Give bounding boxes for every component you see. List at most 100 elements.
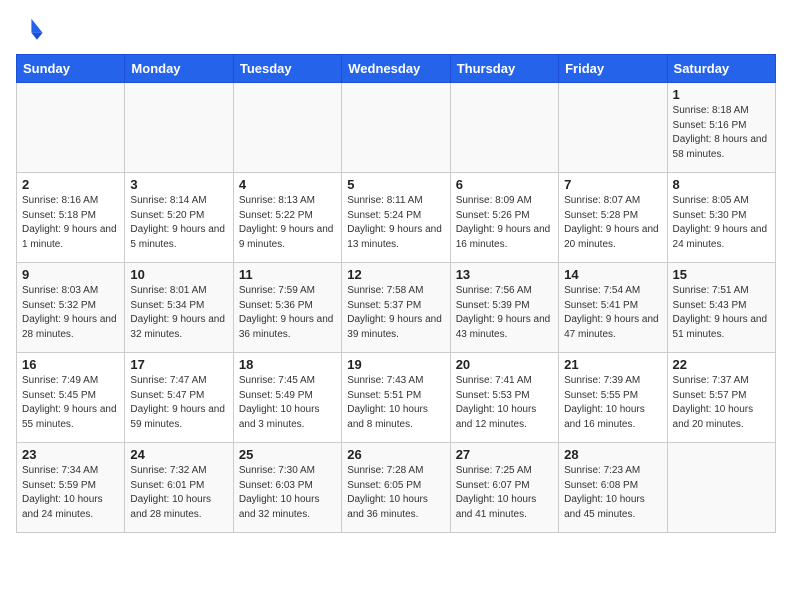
day-info: Sunrise: 8:14 AM Sunset: 5:20 PM Dayligh… [130,194,227,252]
calendar-header-friday: Friday [559,55,667,83]
day-info: Sunrise: 7:23 AM Sunset: 6:08 PM Dayligh… [564,464,661,522]
day-info: Sunrise: 8:07 AM Sunset: 5:28 PM Dayligh… [564,194,661,252]
calendar-header-saturday: Saturday [667,55,775,83]
page-header [16,16,776,44]
day-info: Sunrise: 7:32 AM Sunset: 6:01 PM Dayligh… [130,464,227,522]
day-number: 9 [22,267,119,282]
calendar-cell: 19 Sunrise: 7:43 AM Sunset: 5:51 PM Dayli… [342,353,450,443]
calendar-cell: 10 Sunrise: 8:01 AM Sunset: 5:34 PM Dayli… [125,263,233,353]
day-number: 14 [564,267,661,282]
day-info: Sunrise: 8:05 AM Sunset: 5:30 PM Dayligh… [673,194,770,252]
calendar-cell: 20 Sunrise: 7:41 AM Sunset: 5:53 PM Dayli… [450,353,558,443]
calendar-header-sunday: Sunday [17,55,125,83]
week-row-1: 1 Sunrise: 8:18 AM Sunset: 5:16 PM Daylig… [17,83,776,173]
calendar-cell: 22 Sunrise: 7:37 AM Sunset: 5:57 PM Dayli… [667,353,775,443]
calendar-cell: 8 Sunrise: 8:05 AM Sunset: 5:30 PM Daylig… [667,173,775,263]
calendar-header-monday: Monday [125,55,233,83]
week-row-4: 16 Sunrise: 7:49 AM Sunset: 5:45 PM Dayli… [17,353,776,443]
calendar-cell [125,83,233,173]
day-info: Sunrise: 7:45 AM Sunset: 5:49 PM Dayligh… [239,374,336,432]
calendar-cell: 7 Sunrise: 8:07 AM Sunset: 5:28 PM Daylig… [559,173,667,263]
calendar-cell [450,83,558,173]
calendar-header-tuesday: Tuesday [233,55,341,83]
day-number: 12 [347,267,444,282]
calendar-cell: 24 Sunrise: 7:32 AM Sunset: 6:01 PM Dayli… [125,443,233,533]
calendar-cell: 16 Sunrise: 7:49 AM Sunset: 5:45 PM Dayli… [17,353,125,443]
day-info: Sunrise: 7:56 AM Sunset: 5:39 PM Dayligh… [456,284,553,342]
day-number: 4 [239,177,336,192]
day-info: Sunrise: 8:01 AM Sunset: 5:34 PM Dayligh… [130,284,227,342]
day-number: 10 [130,267,227,282]
calendar-cell: 17 Sunrise: 7:47 AM Sunset: 5:47 PM Dayli… [125,353,233,443]
calendar-cell: 5 Sunrise: 8:11 AM Sunset: 5:24 PM Daylig… [342,173,450,263]
day-info: Sunrise: 7:41 AM Sunset: 5:53 PM Dayligh… [456,374,553,432]
calendar-cell: 2 Sunrise: 8:16 AM Sunset: 5:18 PM Daylig… [17,173,125,263]
calendar-cell: 3 Sunrise: 8:14 AM Sunset: 5:20 PM Daylig… [125,173,233,263]
day-info: Sunrise: 8:11 AM Sunset: 5:24 PM Dayligh… [347,194,444,252]
calendar-cell: 27Sunrise: 7:25 AM Sunset: 6:07 PM Dayli… [450,443,558,533]
day-info: Sunrise: 8:13 AM Sunset: 5:22 PM Dayligh… [239,194,336,252]
day-info: Sunrise: 7:39 AM Sunset: 5:55 PM Dayligh… [564,374,661,432]
calendar-cell: 15 Sunrise: 7:51 AM Sunset: 5:43 PM Dayli… [667,263,775,353]
day-number: 20 [456,357,553,372]
day-info: Sunrise: 7:37 AM Sunset: 5:57 PM Dayligh… [673,374,770,432]
day-info: Sunrise: 7:34 AM Sunset: 5:59 PM Dayligh… [22,464,119,522]
day-number: 8 [673,177,770,192]
day-number: 25 [239,447,336,462]
calendar-header-wednesday: Wednesday [342,55,450,83]
day-number: 15 [673,267,770,282]
calendar-cell [559,83,667,173]
day-info: Sunrise: 7:30 AM Sunset: 6:03 PM Dayligh… [239,464,336,522]
calendar-cell: 13 Sunrise: 7:56 AM Sunset: 5:39 PM Dayli… [450,263,558,353]
day-number: 24 [130,447,227,462]
calendar-cell: 23Sunrise: 7:34 AM Sunset: 5:59 PM Dayli… [17,443,125,533]
day-number: 22 [673,357,770,372]
day-number: 6 [456,177,553,192]
calendar-header-thursday: Thursday [450,55,558,83]
calendar-cell: 6 Sunrise: 8:09 AM Sunset: 5:26 PM Daylig… [450,173,558,263]
day-info: Sunrise: 7:58 AM Sunset: 5:37 PM Dayligh… [347,284,444,342]
day-info: Sunrise: 8:03 AM Sunset: 5:32 PM Dayligh… [22,284,119,342]
calendar-cell [17,83,125,173]
day-number: 13 [456,267,553,282]
day-info: Sunrise: 7:54 AM Sunset: 5:41 PM Dayligh… [564,284,661,342]
day-info: Sunrise: 8:16 AM Sunset: 5:18 PM Dayligh… [22,194,119,252]
calendar-table: SundayMondayTuesdayWednesdayThursdayFrid… [16,54,776,533]
day-info: Sunrise: 7:28 AM Sunset: 6:05 PM Dayligh… [347,464,444,522]
day-info: Sunrise: 7:59 AM Sunset: 5:36 PM Dayligh… [239,284,336,342]
day-info: Sunrise: 7:47 AM Sunset: 5:47 PM Dayligh… [130,374,227,432]
day-number: 11 [239,267,336,282]
day-number: 5 [347,177,444,192]
day-info: Sunrise: 7:43 AM Sunset: 5:51 PM Dayligh… [347,374,444,432]
day-number: 3 [130,177,227,192]
day-number: 21 [564,357,661,372]
calendar-cell: 18Sunrise: 7:45 AM Sunset: 5:49 PM Dayli… [233,353,341,443]
day-number: 28 [564,447,661,462]
calendar-cell [233,83,341,173]
calendar-cell: 21 Sunrise: 7:39 AM Sunset: 5:55 PM Dayli… [559,353,667,443]
day-number: 1 [673,87,770,102]
day-info: Sunrise: 8:09 AM Sunset: 5:26 PM Dayligh… [456,194,553,252]
day-info: Sunrise: 7:25 AM Sunset: 6:07 PM Dayligh… [456,464,553,522]
week-row-3: 9 Sunrise: 8:03 AM Sunset: 5:32 PM Daylig… [17,263,776,353]
logo [16,16,48,44]
day-number: 17 [130,357,227,372]
day-number: 16 [22,357,119,372]
calendar-cell: 12 Sunrise: 7:58 AM Sunset: 5:37 PM Dayli… [342,263,450,353]
calendar-cell: 28 Sunrise: 7:23 AM Sunset: 6:08 PM Dayli… [559,443,667,533]
day-number: 7 [564,177,661,192]
day-info: Sunrise: 8:18 AM Sunset: 5:16 PM Dayligh… [673,104,770,162]
week-row-2: 2 Sunrise: 8:16 AM Sunset: 5:18 PM Daylig… [17,173,776,263]
week-row-5: 23Sunrise: 7:34 AM Sunset: 5:59 PM Dayli… [17,443,776,533]
day-number: 2 [22,177,119,192]
day-info: Sunrise: 7:51 AM Sunset: 5:43 PM Dayligh… [673,284,770,342]
calendar-cell: 4 Sunrise: 8:13 AM Sunset: 5:22 PM Daylig… [233,173,341,263]
calendar-cell: 9 Sunrise: 8:03 AM Sunset: 5:32 PM Daylig… [17,263,125,353]
logo-icon [16,16,44,44]
calendar-cell: 25 Sunrise: 7:30 AM Sunset: 6:03 PM Dayli… [233,443,341,533]
day-number: 19 [347,357,444,372]
day-number: 26 [347,447,444,462]
calendar-cell [667,443,775,533]
calendar-cell: 1 Sunrise: 8:18 AM Sunset: 5:16 PM Daylig… [667,83,775,173]
day-info: Sunrise: 7:49 AM Sunset: 5:45 PM Dayligh… [22,374,119,432]
